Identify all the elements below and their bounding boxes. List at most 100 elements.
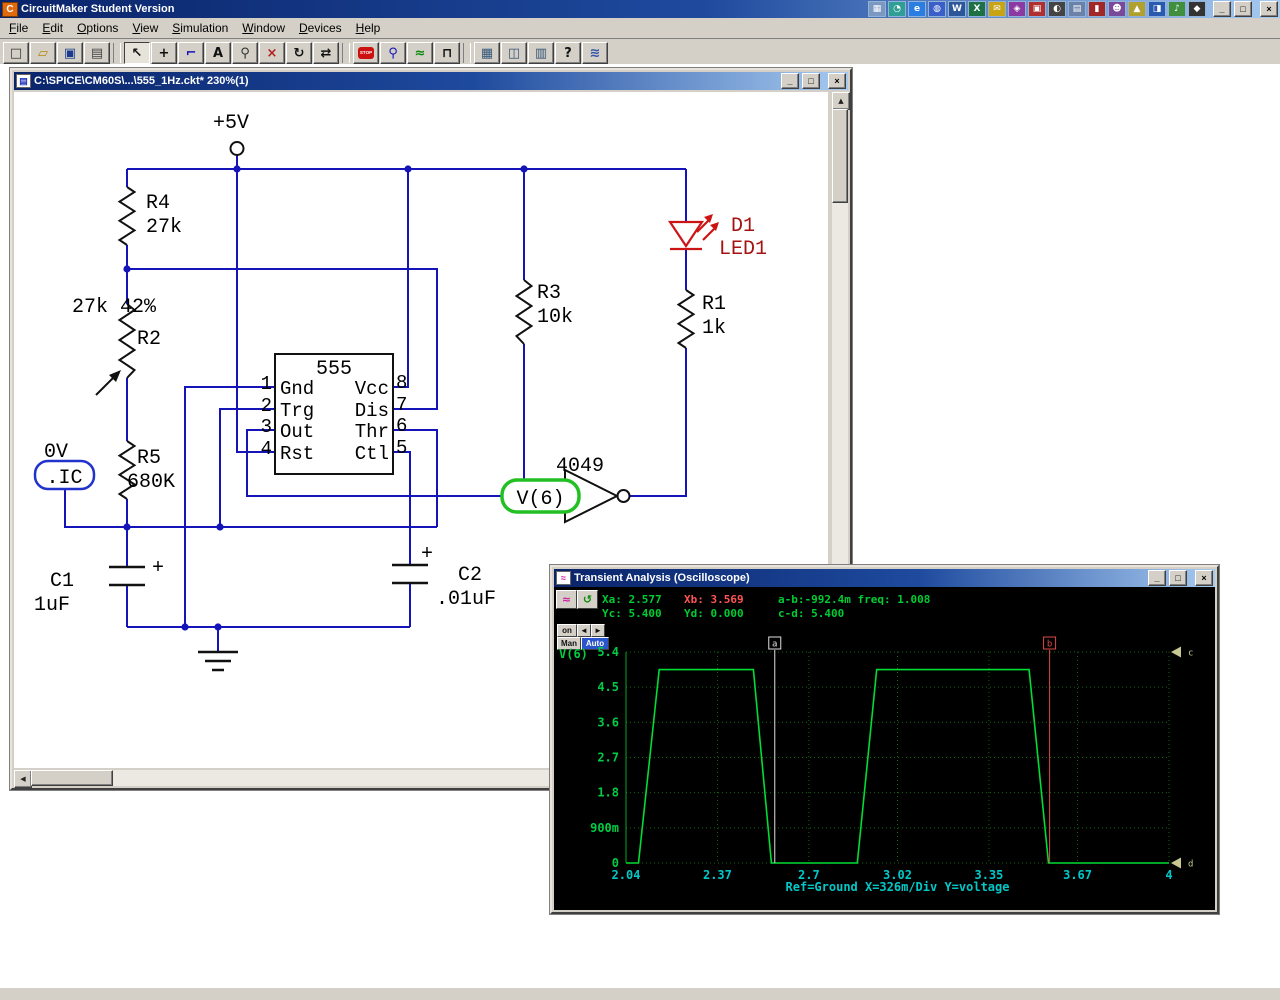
- tool-save-file[interactable]: ▣: [57, 42, 83, 64]
- power-terminal[interactable]: [229, 141, 245, 156]
- tool-probe-tool[interactable]: ⚲: [380, 42, 406, 64]
- schematic-maximize-button[interactable]: □: [802, 73, 820, 89]
- tool-open-file[interactable]: ▱: [30, 42, 56, 64]
- label-c1-ref: C1: [50, 570, 74, 593]
- close-button[interactable]: ×: [1260, 1, 1278, 17]
- digital-mode-icon: ⊓: [441, 45, 453, 61]
- delete-tool-icon: ×: [266, 45, 278, 61]
- cursor-flag-label-b: b: [1047, 640, 1052, 650]
- pin-out: Out: [280, 421, 314, 443]
- tray-doc-icon[interactable]: ▤: [1068, 1, 1086, 17]
- tool-digital-mode[interactable]: ⊓: [434, 42, 460, 64]
- tool-new-file[interactable]: □: [3, 42, 29, 64]
- main-titlebar: C CircuitMaker Student Version ▦ ◔ e ◍ W X ✉ ◈ ▣…: [0, 0, 1280, 18]
- tray-face-icon[interactable]: ☻: [1108, 1, 1126, 17]
- tray-note-icon[interactable]: ♪: [1168, 1, 1186, 17]
- label-c1-val: 1uF: [34, 594, 70, 617]
- schematic-doc-icon: ▤: [16, 74, 31, 88]
- select-cursor-icon: ↖: [131, 45, 143, 61]
- menu-help[interactable]: Help: [349, 19, 388, 37]
- tool-add-part[interactable]: +: [151, 42, 177, 64]
- oscilloscope-content: ≈ ↺ Xa: 2.577 Xb: 3.569 a-b:-992.4m freq…: [554, 587, 1215, 910]
- tool-select-cursor[interactable]: ↖: [124, 42, 150, 64]
- oscilloscope-titlebar[interactable]: ≈ Transient Analysis (Oscilloscope) _ □ …: [554, 569, 1215, 587]
- tool-device-hotkeys[interactable]: ◫: [501, 42, 527, 64]
- minimize-button[interactable]: _: [1213, 1, 1231, 17]
- tool-zoom-tool[interactable]: ⚲: [232, 42, 258, 64]
- maximize-button[interactable]: □: [1234, 1, 1252, 17]
- tray-tri-icon[interactable]: ▲: [1128, 1, 1146, 17]
- tool-mirror[interactable]: ⇄: [313, 42, 339, 64]
- led-d1[interactable]: [667, 214, 719, 251]
- capacitor-c2[interactable]: [392, 563, 428, 585]
- y-tick-label: 1.8: [597, 786, 619, 800]
- tool-scroll-waveforms[interactable]: ≋: [582, 42, 608, 64]
- scroll-up-button[interactable]: ▲: [832, 92, 850, 110]
- menu-file[interactable]: File: [2, 19, 35, 37]
- oscilloscope-minimize-button[interactable]: _: [1148, 570, 1166, 586]
- tray-mail-icon[interactable]: ✉: [988, 1, 1006, 17]
- tray-word-icon[interactable]: W: [948, 1, 966, 17]
- vertical-scroll-thumb[interactable]: [832, 109, 848, 203]
- schematic-titlebar[interactable]: ▤ C:\SPICE\CM60S\...\555_1Hz.ckt* 230%(1…: [14, 72, 848, 90]
- tool-run-analysis[interactable]: ≈: [407, 42, 433, 64]
- tool-text-tool[interactable]: A: [205, 42, 231, 64]
- schematic-title: C:\SPICE\CM60S\...\555_1Hz.ckt* 230%(1): [34, 75, 249, 87]
- scroll-left-button[interactable]: ◀: [14, 770, 32, 788]
- label-r5-val: 680K: [127, 471, 175, 494]
- ground-symbol[interactable]: [198, 650, 238, 672]
- label-c2-val: .01uF: [436, 588, 496, 611]
- resistor-r1[interactable]: [676, 289, 696, 349]
- tray-excel-icon[interactable]: X: [968, 1, 986, 17]
- menu-window[interactable]: Window: [235, 19, 292, 37]
- tool-wire-tool[interactable]: ⌐: [178, 42, 204, 64]
- menu-devices[interactable]: Devices: [292, 19, 349, 37]
- tool-device-select[interactable]: ▦: [474, 42, 500, 64]
- resistor-r3[interactable]: [514, 279, 534, 345]
- menu-view[interactable]: View: [125, 19, 165, 37]
- pin-num-2: 2: [261, 395, 272, 417]
- tool-print[interactable]: ▤: [84, 42, 110, 64]
- horizontal-scroll-thumb[interactable]: [31, 770, 113, 786]
- device-select-icon: ▦: [480, 45, 494, 61]
- tray-diamond-icon[interactable]: ◈: [1008, 1, 1026, 17]
- tool-rotate[interactable]: ↻: [286, 42, 312, 64]
- tray-clock-icon[interactable]: ◔: [888, 1, 906, 17]
- label-r2-val: 27k 42%: [72, 296, 157, 319]
- mirror-icon: ⇄: [320, 45, 332, 61]
- menu-options[interactable]: Options: [70, 19, 125, 37]
- tray-grid-icon[interactable]: ▦: [868, 1, 886, 17]
- tray-tv-icon[interactable]: ◨: [1148, 1, 1166, 17]
- capacitor-c1[interactable]: [109, 565, 145, 587]
- tray-browser-icon[interactable]: e: [908, 1, 926, 17]
- menu-simulation[interactable]: Simulation: [165, 19, 235, 37]
- device-hotkeys-icon: ◫: [507, 45, 521, 61]
- oscilloscope-title: Transient Analysis (Oscilloscope): [574, 572, 750, 584]
- tray-half-icon[interactable]: ◐: [1048, 1, 1066, 17]
- tool-delete-tool[interactable]: ×: [259, 42, 285, 64]
- y-tick-label: 900m: [590, 821, 619, 835]
- tool-stop-simulation[interactable]: STOP: [353, 42, 379, 64]
- tool-device-browse[interactable]: ▥: [528, 42, 554, 64]
- tray-book-icon[interactable]: ▮: [1088, 1, 1106, 17]
- oscilloscope-window[interactable]: ≈ Transient Analysis (Oscilloscope) _ □ …: [550, 565, 1219, 914]
- resistor-r4[interactable]: [117, 186, 137, 246]
- label-d1-val: LED1: [719, 238, 767, 261]
- label-r3-ref: R3: [537, 282, 561, 305]
- tool-help[interactable]: ?: [555, 42, 581, 64]
- tray-globe-icon[interactable]: ◍: [928, 1, 946, 17]
- oscilloscope-maximize-button[interactable]: □: [1169, 570, 1187, 586]
- label-c2-ref: C2: [458, 564, 482, 587]
- pin-num-4: 4: [261, 438, 272, 460]
- circuitmaker-app: C CircuitMaker Student Version ▦ ◔ e ◍ W X ✉ ◈ ▣…: [0, 0, 1280, 1000]
- tray-box-icon[interactable]: ▣: [1028, 1, 1046, 17]
- schematic-close-button[interactable]: ×: [828, 73, 846, 89]
- oscilloscope-close-button[interactable]: ×: [1195, 570, 1213, 586]
- marker-arrow-d[interactable]: [1171, 857, 1181, 869]
- tray-dot-icon[interactable]: ◆: [1188, 1, 1206, 17]
- marker-arrow-c[interactable]: [1171, 646, 1181, 658]
- schematic-minimize-button[interactable]: _: [781, 73, 799, 89]
- new-file-icon: □: [9, 45, 23, 61]
- open-file-icon: ▱: [38, 45, 48, 61]
- menu-edit[interactable]: Edit: [35, 19, 70, 37]
